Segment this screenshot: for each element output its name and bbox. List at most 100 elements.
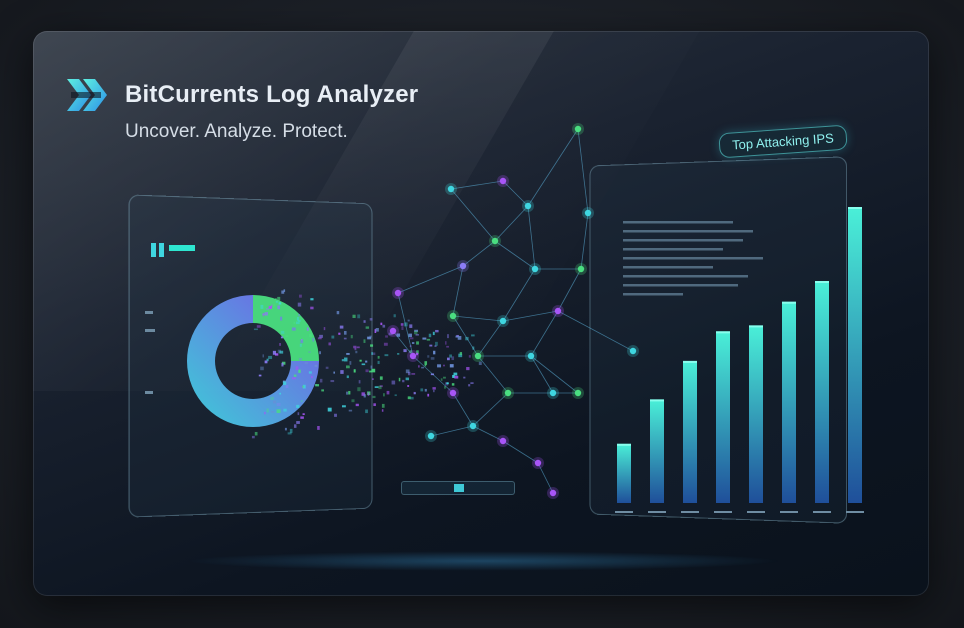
particle bbox=[437, 364, 442, 368]
particle bbox=[298, 369, 301, 373]
particle bbox=[352, 314, 356, 318]
log-line bbox=[623, 239, 743, 242]
particle bbox=[341, 359, 345, 362]
particle bbox=[457, 335, 462, 340]
particle bbox=[353, 345, 357, 349]
particle bbox=[272, 400, 277, 404]
particle bbox=[447, 357, 450, 361]
particle bbox=[432, 331, 435, 336]
network-edge bbox=[530, 355, 554, 394]
network-node bbox=[459, 262, 467, 270]
particle bbox=[435, 329, 439, 333]
log-line bbox=[623, 221, 733, 224]
network-node bbox=[474, 352, 482, 360]
particle bbox=[264, 360, 268, 364]
particle bbox=[407, 371, 411, 376]
particle bbox=[293, 374, 297, 377]
particle bbox=[421, 366, 425, 369]
log-line bbox=[623, 248, 723, 251]
network-node bbox=[577, 265, 585, 273]
particle bbox=[409, 324, 413, 328]
particle bbox=[409, 337, 414, 340]
panel-header-line bbox=[169, 245, 195, 251]
particle bbox=[334, 413, 337, 417]
particle bbox=[372, 378, 374, 380]
particle bbox=[365, 326, 370, 329]
particle bbox=[426, 338, 431, 341]
particle bbox=[391, 380, 396, 385]
particle bbox=[306, 327, 309, 331]
particle bbox=[466, 367, 470, 371]
bar-tick-label bbox=[747, 511, 765, 513]
particle bbox=[422, 337, 427, 340]
particle bbox=[343, 330, 347, 335]
particle bbox=[363, 339, 366, 343]
particle bbox=[379, 376, 383, 380]
particle bbox=[339, 325, 344, 329]
particle bbox=[411, 342, 415, 344]
network-node bbox=[524, 202, 532, 210]
particle bbox=[296, 421, 300, 424]
network-edge bbox=[494, 240, 536, 270]
bar-cap bbox=[749, 325, 763, 328]
bar-cap bbox=[683, 360, 697, 363]
log-text-lines bbox=[623, 221, 763, 296]
particle bbox=[333, 371, 335, 374]
particle bbox=[304, 361, 309, 365]
network-node bbox=[629, 347, 637, 355]
particle bbox=[365, 369, 369, 373]
network-edge bbox=[580, 212, 589, 270]
network-edge bbox=[397, 265, 464, 294]
bar-tick-label bbox=[780, 511, 798, 513]
particle bbox=[264, 411, 266, 415]
particle bbox=[375, 328, 379, 332]
particle bbox=[440, 378, 443, 381]
bar-chart bbox=[615, 207, 864, 513]
network-edge bbox=[577, 128, 589, 214]
particle bbox=[377, 355, 380, 359]
particle bbox=[291, 377, 296, 380]
particle bbox=[459, 351, 463, 355]
network-edge bbox=[530, 310, 559, 357]
particle bbox=[373, 403, 376, 407]
particle bbox=[310, 298, 314, 301]
particle bbox=[353, 369, 356, 373]
particle bbox=[302, 413, 305, 416]
particle bbox=[346, 391, 349, 395]
particle bbox=[295, 321, 300, 325]
particle bbox=[312, 337, 315, 342]
particle bbox=[280, 330, 285, 334]
log-line bbox=[623, 275, 748, 278]
particle bbox=[447, 334, 449, 339]
particle bbox=[315, 384, 320, 387]
particle bbox=[401, 326, 404, 330]
bar-cap bbox=[617, 443, 631, 446]
particle bbox=[370, 365, 373, 369]
particle bbox=[424, 388, 427, 392]
particle bbox=[463, 376, 466, 379]
floor-glow bbox=[183, 551, 783, 571]
network-node bbox=[499, 437, 507, 445]
particle bbox=[277, 296, 281, 301]
network-node bbox=[499, 177, 507, 185]
particle bbox=[345, 365, 350, 369]
particle bbox=[279, 350, 284, 354]
particle bbox=[365, 409, 368, 414]
network-node bbox=[449, 389, 457, 397]
particle bbox=[300, 340, 304, 344]
particle bbox=[402, 379, 405, 383]
particle bbox=[408, 333, 412, 338]
particle bbox=[284, 427, 287, 431]
particle bbox=[363, 320, 366, 323]
particle bbox=[266, 408, 269, 413]
network-node bbox=[554, 307, 562, 315]
log-line bbox=[623, 257, 763, 260]
bar bbox=[650, 399, 664, 503]
particle bbox=[357, 387, 361, 392]
particle bbox=[251, 435, 255, 439]
bar-tick-label bbox=[813, 511, 831, 513]
particle bbox=[451, 356, 455, 361]
particle bbox=[319, 351, 321, 355]
particle bbox=[407, 385, 410, 387]
particle bbox=[427, 355, 430, 358]
